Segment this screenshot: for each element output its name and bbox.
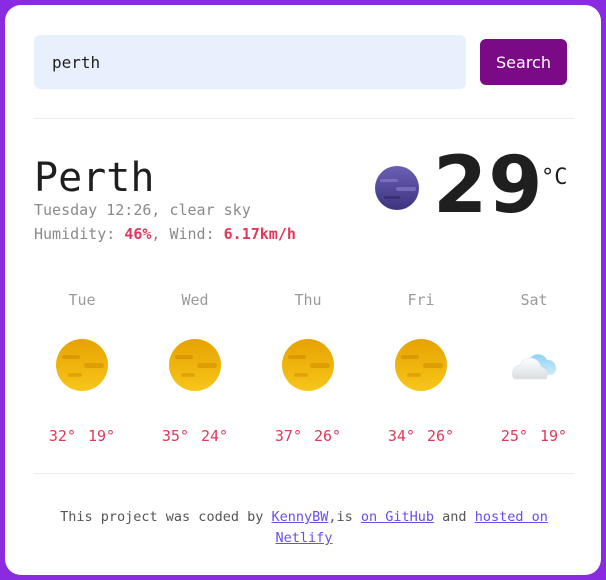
footer-text: ,is [328, 509, 361, 525]
temperature-unit[interactable]: °C [541, 165, 568, 190]
forecast-min: 26° [314, 427, 342, 445]
day-time: Tuesday 12:26 [34, 201, 152, 219]
sun-icon [395, 339, 447, 391]
forecast-temps: 37° 26° [263, 427, 353, 445]
humidity-value: 46% [124, 225, 152, 243]
forecast-day: Fri 34° 26° [376, 291, 466, 445]
footer-text: This project was coded by [60, 509, 272, 525]
humidity-wind-line: Humidity: 46%, Wind: 6.17km/h [34, 225, 296, 243]
sun-icon [56, 339, 108, 391]
comma-separator: , [151, 201, 170, 219]
forecast-day: Sat 25° 19° [489, 291, 579, 445]
forecast-temps: 32° 19° [37, 427, 127, 445]
comma-separator: , [151, 225, 170, 243]
night-clear-icon [375, 166, 419, 210]
forecast-max: 25° [500, 427, 528, 445]
forecast-day: Wed 35° 24° [150, 291, 240, 445]
forecast-min: 24° [201, 427, 229, 445]
date-description-line: Tuesday 12:26, clear sky [34, 201, 251, 219]
forecast-temps: 34° 26° [376, 427, 466, 445]
forecast-day-name: Fri [407, 291, 435, 309]
forecast-row: Tue 32° 19° Wed 35° 24° Thu 37° 26° Fri … [34, 291, 599, 451]
sun-icon [282, 339, 334, 391]
sun-icon [169, 339, 221, 391]
footer: This project was coded by KennyBW,is on … [34, 507, 574, 549]
current-temperature: 29 [433, 141, 544, 231]
wind-value: 6.17km/h [223, 225, 296, 243]
forecast-temps: 35° 24° [150, 427, 240, 445]
forecast-min: 26° [427, 427, 455, 445]
forecast-min: 19° [540, 427, 568, 445]
weather-description: clear sky [169, 201, 251, 219]
forecast-max: 35° [161, 427, 189, 445]
search-form: Search [34, 35, 568, 89]
forecast-day-name: Sat [520, 291, 548, 309]
forecast-day-name: Wed [181, 291, 209, 309]
forecast-day-name: Tue [68, 291, 96, 309]
humidity-label: Humidity: [34, 225, 116, 243]
github-link[interactable]: on GitHub [361, 509, 434, 525]
weather-card: Search Perth Tuesday 12:26, clear sky Hu… [5, 5, 601, 575]
forecast-max: 37° [274, 427, 302, 445]
forecast-day: Thu 37° 26° [263, 291, 353, 445]
search-input[interactable] [34, 35, 466, 89]
forecast-max: 34° [387, 427, 415, 445]
search-button[interactable]: Search [480, 39, 567, 85]
forecast-min: 19° [88, 427, 116, 445]
footer-text: and [434, 509, 475, 525]
forecast-max: 32° [48, 427, 76, 445]
city-name: Perth [34, 155, 155, 201]
divider-top [34, 118, 574, 119]
cloud-icon [512, 354, 557, 380]
forecast-day-name: Thu [294, 291, 322, 309]
forecast-temps: 25° 19° [489, 427, 579, 445]
author-link[interactable]: KennyBW [271, 509, 328, 525]
forecast-day: Tue 32° 19° [37, 291, 127, 445]
divider-bottom [34, 473, 574, 474]
wind-label: Wind: [169, 225, 215, 243]
